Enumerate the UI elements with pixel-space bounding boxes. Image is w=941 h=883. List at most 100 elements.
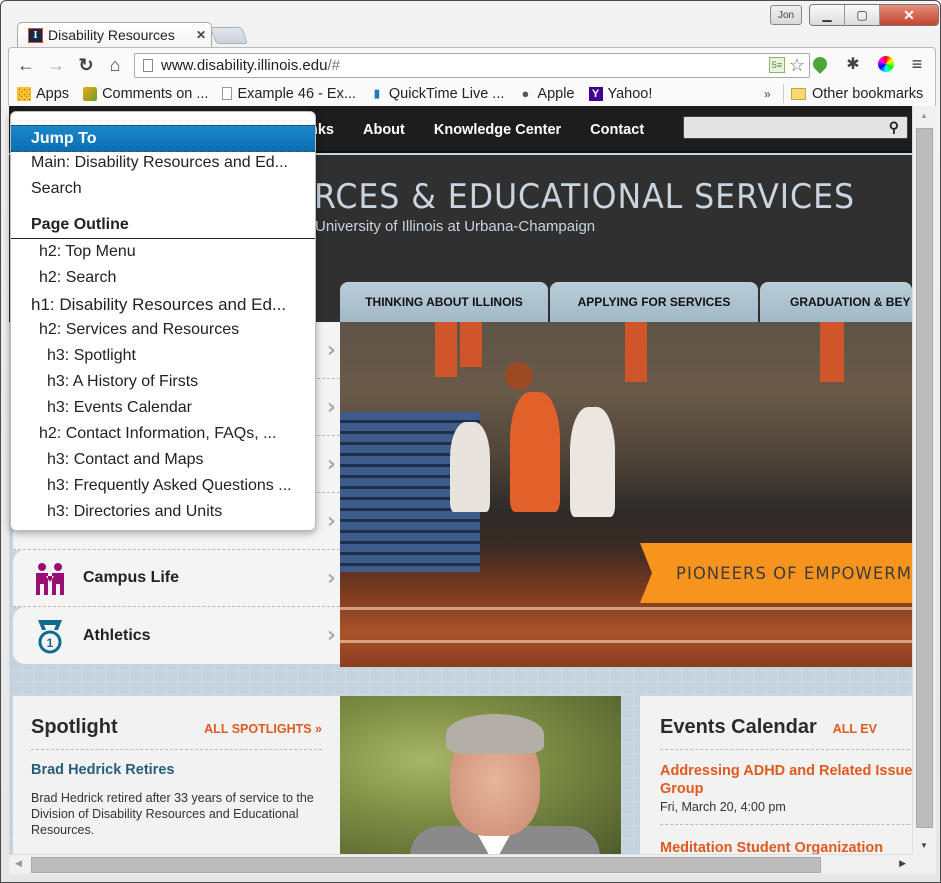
tab-thinking-about-illinois[interactable]: THINKING ABOUT ILLINOIS (340, 282, 548, 322)
outline-item[interactable]: h2: Search (39, 269, 116, 287)
horizontal-scrollbar[interactable]: ◀ ▶ (9, 854, 912, 874)
spotlight-header: Spotlight ALL SPOTLIGHTS » (31, 716, 322, 750)
other-bookmarks[interactable]: Other bookmarks (791, 86, 923, 102)
minimize-button[interactable]: ▁ (810, 5, 845, 25)
maximize-button[interactable]: ▢ (845, 5, 880, 25)
bookmarks-divider (783, 84, 784, 103)
hero-player (510, 392, 560, 512)
quicktime-icon: ▮ (373, 88, 380, 100)
hero-banner-flag (820, 322, 844, 382)
people-icon (33, 562, 67, 596)
window-controls: ▁ ▢ ✕ (809, 4, 939, 26)
outline-item[interactable]: h2: Services and Resources (39, 321, 239, 339)
event-title-line: Group (660, 781, 704, 797)
bookmark-quicktime[interactable]: ▮ QuickTime Live ... (370, 86, 505, 102)
spotlight-panel: Spotlight ALL SPOTLIGHTS » Brad Hedrick … (13, 696, 340, 854)
basketball (505, 362, 533, 390)
outline-item[interactable]: h2: Contact Information, FAQs, ... (39, 425, 276, 443)
events-panel: Events Calendar ALL EV Addressing ADHD a… (640, 696, 912, 854)
search-icon[interactable]: ⚲ (889, 119, 899, 136)
page-icon (143, 59, 153, 72)
back-button[interactable]: ← (15, 54, 37, 76)
all-spotlights-link[interactable]: ALL SPOTLIGHTS » (204, 722, 322, 736)
all-events-link[interactable]: ALL EV (833, 722, 877, 736)
rss-icon[interactable]: 5≡ (768, 57, 785, 73)
bookmark-yahoo[interactable]: Y Yahoo! (588, 85, 653, 102)
browser-toolbar: ← → ↻ ⌂ www.disability.illinois.edu/# 5≡… (8, 47, 936, 81)
events-header: Events Calendar ALL EV (660, 716, 912, 750)
bookmark-example[interactable]: Example 46 - Ex... (222, 85, 356, 102)
browser-tab[interactable]: I Disability Resources ✕ (17, 22, 212, 47)
landmark-main[interactable]: Main: Disability Resources and Ed... (31, 154, 288, 172)
hero-banner-flag (625, 322, 647, 382)
bookmark-label: Comments on ... (102, 85, 209, 102)
outline-item[interactable]: h3: A History of Firsts (47, 373, 198, 391)
bookmark-star-icon[interactable]: ☆ (789, 56, 805, 74)
url-path: /# (327, 57, 340, 74)
bookmarks-overflow-button[interactable]: » (764, 87, 771, 101)
category-athletics[interactable]: 1 Athletics › (13, 607, 340, 664)
bookmark-comments[interactable]: Comments on ... (83, 86, 208, 102)
address-bar[interactable]: www.disability.illinois.edu/# 5≡ ☆ (134, 53, 810, 78)
landmark-search[interactable]: Search (31, 180, 82, 198)
page-icon (222, 87, 233, 100)
close-window-button[interactable]: ✕ (880, 5, 938, 25)
hero-player (570, 407, 615, 517)
tab-graduation-and-beyond[interactable]: GRADUATION & BEY (760, 282, 912, 322)
bookmark-apps[interactable]: Apps (17, 86, 69, 102)
profile-button[interactable]: Jon (770, 5, 802, 25)
scroll-up-arrow-icon[interactable]: ▲ (920, 111, 928, 120)
bookmark-apple[interactable]: ● Apple (518, 86, 574, 102)
menu-icon[interactable]: ≡ (906, 53, 928, 75)
spotlight-headline-link[interactable]: Brad Hedrick Retires (31, 762, 322, 778)
bookmark-label: Example 46 - Ex... (237, 85, 356, 102)
site-search-input[interactable]: ⚲ (683, 116, 908, 139)
url-text: www.disability.illinois.edu/# (161, 57, 340, 74)
tab-strip: I Disability Resources ✕ Jon ▁ ▢ ✕ (1, 1, 940, 47)
yahoo-icon: Y (588, 86, 603, 101)
outline-item[interactable]: h2: Top Menu (39, 243, 136, 261)
chevron-right-icon: › (326, 509, 336, 534)
reload-button[interactable]: ↻ (75, 54, 97, 76)
event-title-link[interactable]: Meditation Student Organization (660, 839, 912, 854)
page-outline-header: Page Outline (11, 212, 315, 239)
category-campus-life[interactable]: Campus Life › (13, 550, 340, 607)
vertical-scroll-thumb[interactable] (916, 128, 933, 828)
outline-item[interactable]: h3: Spotlight (47, 347, 136, 365)
green-extension-icon[interactable] (809, 53, 831, 75)
scroll-left-arrow-icon[interactable]: ◀ (15, 858, 22, 869)
hero-player (450, 422, 490, 512)
vertical-scrollbar[interactable]: ▲ ▼ (912, 106, 936, 854)
scroll-right-arrow-icon[interactable]: ▶ (899, 858, 906, 869)
event-title-link[interactable]: Addressing ADHD and Related Issues Group (660, 762, 912, 798)
site-subtitle: University of Illinois at Urbana-Champai… (315, 218, 596, 235)
jump-to-menu: Jump To Main: Disability Resources and E… (10, 111, 316, 531)
hero-image[interactable]: PIONEERS OF EMPOWERM (340, 322, 912, 667)
apps-icon (17, 86, 31, 101)
hero-banner-flag (435, 322, 457, 377)
bookmark-label: Apple (537, 85, 575, 102)
new-tab-button[interactable] (209, 27, 249, 44)
spotlight-photo[interactable] (340, 696, 621, 854)
color-extension-icon[interactable] (875, 53, 897, 75)
bookmark-label: Yahoo! (607, 85, 653, 102)
outline-item[interactable]: h3: Directories and Units (47, 503, 222, 521)
top-link-knowledge-center[interactable]: Knowledge Center (434, 122, 561, 138)
top-link-about[interactable]: About (363, 122, 405, 138)
address-bar-actions: 5≡ ☆ (768, 56, 805, 74)
top-link-contact[interactable]: Contact (590, 122, 644, 138)
tab-applying-for-services[interactable]: APPLYING FOR SERVICES (550, 282, 758, 322)
outline-item[interactable]: h3: Contact and Maps (47, 451, 204, 469)
forward-button[interactable]: → (45, 54, 67, 76)
horizontal-scroll-thumb[interactable] (31, 857, 821, 873)
home-button[interactable]: ⌂ (104, 54, 126, 76)
tab-close-icon[interactable]: ✕ (196, 28, 206, 42)
illinois-favicon-icon: I (28, 27, 43, 43)
jump-to-header[interactable]: Jump To (11, 125, 315, 152)
scroll-down-arrow-icon[interactable]: ▼ (920, 841, 928, 850)
outline-item[interactable]: h1: Disability Resources and Ed... (31, 295, 286, 315)
outline-item[interactable]: h3: Events Calendar (47, 399, 192, 417)
top-nav: nks About Knowledge Center Contact (309, 122, 644, 138)
outline-item[interactable]: h3: Frequently Asked Questions ... (47, 477, 292, 495)
bug-extension-icon[interactable]: ✱ (842, 53, 864, 75)
